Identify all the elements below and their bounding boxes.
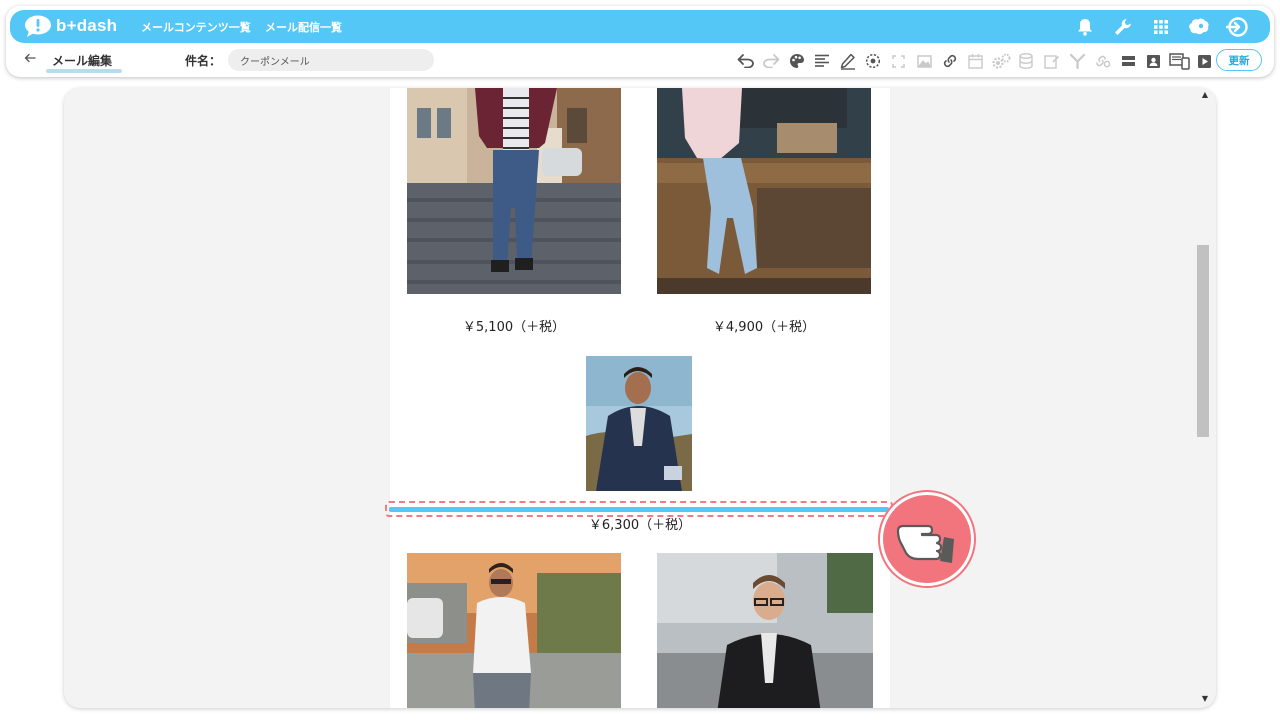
database-icon[interactable]	[1014, 49, 1040, 73]
apps-grid-icon[interactable]	[1142, 14, 1180, 40]
product-photo[interactable]	[657, 553, 873, 708]
chain-settings-icon[interactable]	[1090, 49, 1116, 73]
play-icon[interactable]	[1192, 49, 1218, 73]
wrench-icon[interactable]	[1104, 14, 1142, 40]
price-label[interactable]: ￥4,900（＋税）	[654, 316, 874, 335]
redo-icon[interactable]	[759, 49, 785, 73]
email-body: ￥5,100（＋税） ￥4,900（＋税） ￥6,300（＋税）	[390, 88, 890, 708]
logout-icon[interactable]	[1218, 14, 1256, 40]
fullscreen-icon[interactable]	[886, 49, 912, 73]
palette-icon[interactable]	[784, 49, 810, 73]
product-photo[interactable]	[657, 88, 871, 294]
undo-icon[interactable]	[733, 49, 759, 73]
product-photo[interactable]	[586, 356, 692, 491]
product-photo[interactable]	[407, 88, 621, 294]
calendar-icon[interactable]	[963, 49, 989, 73]
link-icon[interactable]	[937, 49, 963, 73]
gears-icon[interactable]	[988, 49, 1014, 73]
nav-mail-delivery[interactable]: メール配信一覧	[265, 19, 342, 35]
top-bar: b+dash メールコンテンツ一覧 メール配信一覧	[10, 10, 1270, 43]
scroll-down-arrow-icon[interactable]: ▼	[1200, 694, 1210, 704]
header: b+dash メールコンテンツ一覧 メール配信一覧 メール編集 件名： クーポン…	[6, 6, 1274, 77]
price-label[interactable]: ￥5,100（＋税）	[404, 316, 624, 335]
contact-card-icon[interactable]	[1141, 49, 1167, 73]
nav-mail-contents[interactable]: メールコンテンツ一覧	[141, 19, 251, 35]
active-tab-underline	[46, 69, 122, 73]
scroll-up-arrow-icon[interactable]: ▲	[1200, 90, 1210, 100]
image-icon[interactable]	[912, 49, 938, 73]
editor-toolbar-row: メール編集 件名： クーポンメール 更新	[6, 46, 1274, 76]
target-icon[interactable]	[861, 49, 887, 73]
subject-label: 件名：	[185, 54, 222, 68]
tab-mail-edit[interactable]: メール編集	[52, 52, 112, 69]
divider-block-icon[interactable]	[1116, 49, 1142, 73]
update-button[interactable]: 更新	[1216, 49, 1262, 71]
product-photo[interactable]	[407, 553, 621, 708]
speech-bubble-icon	[24, 15, 52, 37]
editor-canvas: ￥5,100（＋税） ￥4,900（＋税） ￥6,300（＋税） ▲ ▼	[64, 88, 1216, 708]
scrollbar-thumb[interactable]	[1197, 245, 1209, 437]
pointing-hand-icon	[880, 492, 974, 586]
filter-icon[interactable]	[1065, 49, 1091, 73]
device-preview-icon[interactable]	[1167, 49, 1193, 73]
note-edit-icon[interactable]	[1039, 49, 1065, 73]
back-arrow-icon[interactable]	[24, 52, 36, 68]
drop-insertion-line[interactable]	[389, 507, 889, 512]
bell-icon[interactable]	[1066, 14, 1104, 40]
top-icons	[1066, 14, 1256, 40]
subject-input[interactable]	[228, 49, 434, 71]
app-root: b+dash メールコンテンツ一覧 メール配信一覧 メール編集 件名： クーポン…	[0, 0, 1280, 720]
editor-tools	[733, 49, 1218, 73]
brain-icon[interactable]	[1180, 14, 1218, 40]
brand-name: b+dash	[56, 16, 118, 35]
align-left-icon[interactable]	[810, 49, 836, 73]
brand-logo[interactable]: b+dash	[24, 13, 117, 39]
pen-icon[interactable]	[835, 49, 861, 73]
